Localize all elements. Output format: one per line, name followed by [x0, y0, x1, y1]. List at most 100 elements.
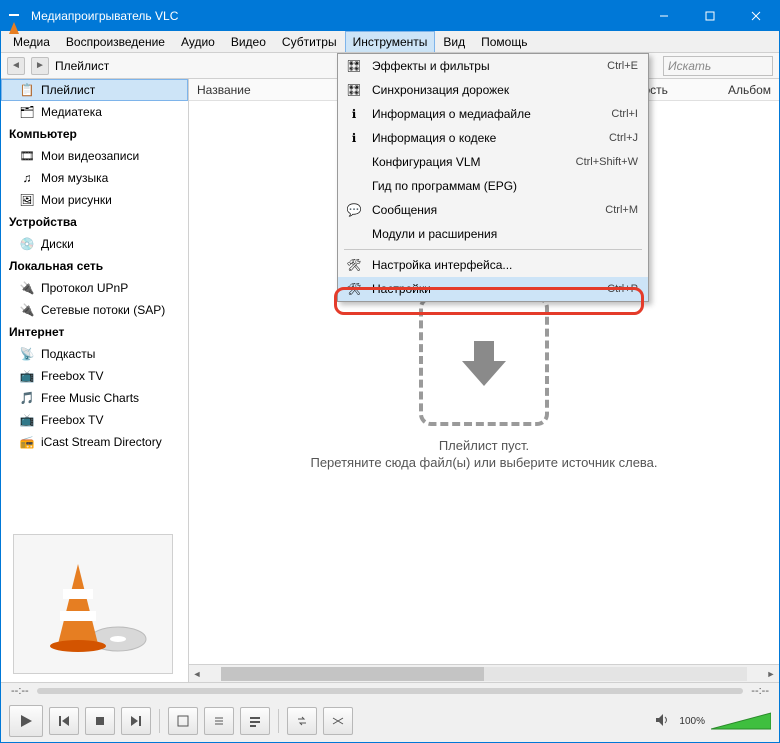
menu-item[interactable]: 💬СообщенияCtrl+M [338, 198, 648, 222]
menu-help[interactable]: Помощь [473, 31, 535, 52]
playback-controls: --:-- --:-- 100% [1, 682, 779, 742]
sidebar-header: Устройства [1, 211, 188, 233]
search-input[interactable]: Искать [663, 56, 773, 76]
sidebar-item[interactable]: 🔌Сетевые потоки (SAP) [1, 299, 188, 321]
menu-media[interactable]: Медиа [5, 31, 58, 52]
menu-item-label: Синхронизация дорожек [372, 83, 630, 97]
nav-forward-button[interactable]: ► [31, 57, 49, 75]
loop-button[interactable] [287, 707, 317, 735]
sidebar-item-icon: 🖼 [19, 192, 35, 208]
menu-item[interactable]: 🎛Эффекты и фильтрыCtrl+E [338, 54, 648, 78]
menu-item-label: Эффекты и фильтры [372, 59, 599, 73]
menu-item-icon: 🛠 [344, 257, 364, 273]
menu-item-label: Информация о медиафайле [372, 107, 603, 121]
menu-item-icon: 🛠 [344, 281, 364, 297]
maximize-button[interactable] [687, 1, 733, 31]
sidebar-item[interactable]: 📡Подкасты [1, 343, 188, 365]
sidebar-item[interactable]: ♫ Моя музыка [1, 167, 188, 189]
menu-item[interactable]: Модули и расширения [338, 222, 648, 246]
sidebar-item-icon: ♫ [19, 170, 35, 186]
sidebar-item[interactable]: 📻iCast Stream Directory [1, 431, 188, 453]
sidebar-item-label: Freebox TV [41, 369, 103, 383]
playlist-toggle-button[interactable] [240, 707, 270, 735]
menu-item-icon [344, 178, 364, 194]
sidebar-item[interactable]: 🖼Мои рисунки [1, 189, 188, 211]
play-button[interactable] [9, 705, 43, 737]
menu-tools[interactable]: Инструменты [345, 31, 436, 52]
menu-playback[interactable]: Воспроизведение [58, 31, 173, 52]
menu-item[interactable]: Гид по программам (EPG) [338, 174, 648, 198]
close-button[interactable] [733, 1, 779, 31]
menu-item[interactable]: 🛠НастройкиCtrl+P [338, 277, 648, 301]
prev-button[interactable] [49, 707, 79, 735]
extended-settings-button[interactable] [204, 707, 234, 735]
menu-subtitles[interactable]: Субтитры [274, 31, 345, 52]
menu-item-shortcut: Ctrl+M [605, 204, 638, 216]
menu-video[interactable]: Видео [223, 31, 274, 52]
sidebar-item-label: Медиатека [41, 105, 102, 119]
sidebar-header: Интернет [1, 321, 188, 343]
empty-msg-1: Плейлист пуст. [439, 438, 529, 453]
sidebar-item-icon: 🔌 [19, 280, 35, 296]
sidebar-item-label: Плейлист [41, 83, 95, 97]
menu-item[interactable]: Конфигурация VLMCtrl+Shift+W [338, 150, 648, 174]
menu-item-label: Настройки [372, 282, 599, 296]
next-button[interactable] [121, 707, 151, 735]
menu-item[interactable]: ℹИнформация о кодекеCtrl+J [338, 126, 648, 150]
volume-slider[interactable] [711, 711, 771, 731]
minimize-button[interactable] [641, 1, 687, 31]
menu-item-shortcut: Ctrl+Shift+W [576, 156, 638, 168]
sidebar-item[interactable]: 🎵Free Music Charts [1, 387, 188, 409]
nav-back-button[interactable]: ◄ [7, 57, 25, 75]
menu-view[interactable]: Вид [435, 31, 473, 52]
sidebar-item[interactable]: 🔌 Протокол UPnP [1, 277, 188, 299]
speaker-icon[interactable] [655, 713, 671, 730]
scroll-left-icon[interactable]: ◄ [189, 666, 205, 682]
sidebar-item-label: Диски [41, 237, 74, 251]
scroll-right-icon[interactable]: ► [763, 666, 779, 682]
shuffle-button[interactable] [323, 707, 353, 735]
menu-item-label: Гид по программам (EPG) [372, 179, 630, 193]
horizontal-scrollbar[interactable]: ◄ ► [189, 664, 779, 682]
sidebar-item-icon: 🗂 [19, 104, 35, 120]
sidebar-item-icon: 🔌 [19, 302, 35, 318]
window-title: Медиапроигрыватель VLC [31, 9, 641, 23]
stop-button[interactable] [85, 707, 115, 735]
vlc-cone-large-icon [33, 549, 153, 659]
menu-item-icon: ℹ [344, 130, 364, 146]
scroll-thumb[interactable] [221, 667, 484, 681]
title-bar: Медиапроигрыватель VLC [1, 1, 779, 31]
sidebar-item-icon: 📺 [19, 412, 35, 428]
sidebar-item-label: iCast Stream Directory [41, 435, 162, 449]
menu-item[interactable]: ℹИнформация о медиафайлеCtrl+I [338, 102, 648, 126]
time-total: --:-- [751, 685, 769, 697]
sidebar-header: Компьютер [1, 123, 188, 145]
menu-item[interactable]: 🎛 Синхронизация дорожек [338, 78, 648, 102]
sidebar-item[interactable]: 📺 Freebox TV [1, 409, 188, 431]
menu-item-label: Информация о кодеке [372, 131, 601, 145]
sidebar-item-label: Freebox TV [41, 413, 103, 427]
fullscreen-button[interactable] [168, 707, 198, 735]
sidebar-item-label: Моя музыка [41, 171, 108, 185]
sidebar-item[interactable]: 📺 Freebox TV [1, 365, 188, 387]
menu-item[interactable]: 🛠Настройка интерфейса... [338, 253, 648, 277]
sidebar-item-icon: 📺 [19, 368, 35, 384]
col-name[interactable]: Название [197, 83, 251, 97]
col-album[interactable]: Альбом [728, 83, 771, 97]
menu-audio[interactable]: Аудио [173, 31, 223, 52]
sidebar-item[interactable]: 📋Плейлист [1, 79, 188, 101]
menu-item-icon: ℹ [344, 106, 364, 122]
sidebar-item-label: Мои видеозаписи [41, 149, 139, 163]
sidebar-item-label: Протокол UPnP [41, 281, 128, 295]
time-elapsed: --:-- [11, 685, 29, 697]
menu-item-icon [344, 154, 364, 170]
sidebar-item-label: Free Music Charts [41, 391, 139, 405]
menu-item-icon [344, 226, 364, 242]
menu-item-label: Модули и расширения [372, 227, 630, 241]
sidebar-item-icon: 📡 [19, 346, 35, 362]
sidebar-item[interactable]: 🗂 Медиатека [1, 101, 188, 123]
sidebar-item[interactable]: 💿Диски [1, 233, 188, 255]
menu-item-icon: 🎛 [344, 82, 364, 98]
seek-slider[interactable] [37, 688, 744, 694]
sidebar-item[interactable]: 🎞Мои видеозаписи [1, 145, 188, 167]
